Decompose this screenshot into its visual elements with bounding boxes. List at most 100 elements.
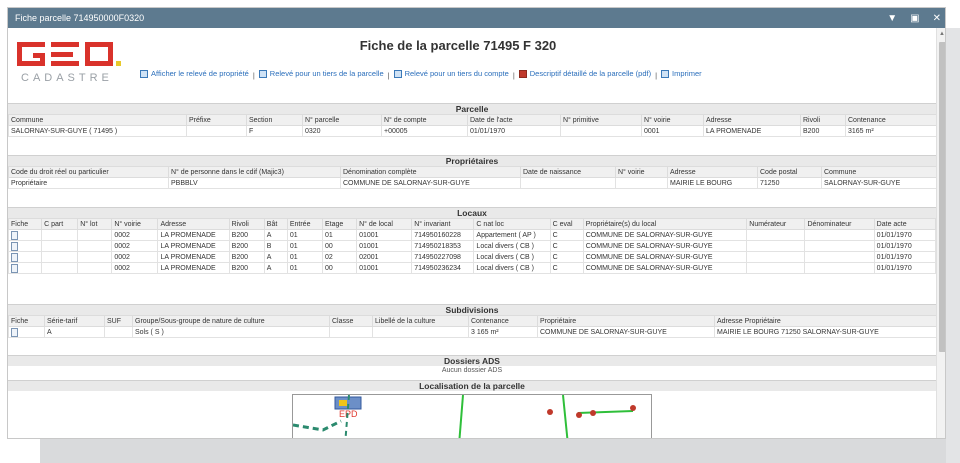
section-ads: Dossiers ADS Aucun dossier ADS (8, 355, 936, 376)
table-cell (77, 262, 113, 274)
table-cell: 0002 (111, 251, 159, 263)
column-header: Groupe/Sous-groupe de nature de culture (132, 315, 330, 327)
table-cell: Appartement ( AP ) (473, 229, 551, 241)
table-cell: LA PROMENADE (157, 251, 230, 263)
table-cell: COMMUNE DE SALORNAY-SUR-GUYE (537, 326, 715, 338)
table-cell: B200 (228, 262, 265, 274)
table-cell: LA PROMENADE (157, 262, 230, 274)
window-title: Fiche parcelle 714950000F0320 (15, 13, 145, 23)
column-header: N° invariant (411, 218, 475, 230)
link-descriptif-pdf[interactable]: Descriptif détaillé de la parcelle (pdf) (518, 69, 651, 78)
vertical-scrollbar[interactable]: ▲ (936, 28, 945, 438)
fiche-document-icon[interactable] (11, 230, 18, 240)
table-cell: 01 (286, 240, 323, 252)
column-header: N° parcelle (302, 114, 382, 126)
table-cell: A (263, 229, 288, 241)
link-releve-propriete[interactable]: Afficher le relevé de propriété (140, 69, 249, 78)
window-titlebar[interactable]: Fiche parcelle 714950000F0320 ▼ ▣ ✕ (8, 8, 945, 28)
table-cell (804, 229, 875, 241)
table-cell: 01 (286, 251, 323, 263)
link-releve-tiers-compte[interactable]: Relevé pour un tiers du compte (393, 69, 509, 78)
table-cell: B200 (228, 240, 265, 252)
table-row: 0002 LA PROMENADE B200 A 01 02 02001 7149502270… (8, 251, 936, 263)
table-cell: COMMUNE DE SALORNAY-SUR-GUYE (582, 251, 748, 263)
column-header: Classe (329, 315, 373, 327)
close-icon[interactable]: ✕ (933, 13, 941, 24)
column-header: N° voirie (615, 166, 668, 178)
fiche-document-icon[interactable] (11, 327, 18, 337)
collapse-icon[interactable]: ▼ (887, 13, 897, 24)
column-header: Adresse (703, 114, 801, 126)
proprietaires-table: Code du droit réel ou particulier N° de p… (8, 166, 936, 189)
table-cell: B200 (228, 251, 265, 263)
column-header: Série-tarif (44, 315, 105, 327)
table-cell: Local divers ( CB ) (473, 251, 551, 263)
column-header: Propriétaire (537, 315, 715, 327)
table-cell (77, 251, 113, 263)
column-header: Contenance (468, 315, 538, 327)
table-header-row: Code du droit réel ou particulier N° de p… (8, 166, 936, 178)
section-title: Localisation de la parcelle (8, 380, 936, 391)
table-header-row: Fiche C part N° lot N° voirie Adresse Rivoli B… (8, 218, 936, 230)
table-cell: C (549, 240, 584, 252)
scrollbar-thumb[interactable] (939, 42, 945, 352)
table-cell: 714950236234 (411, 262, 475, 274)
table-cell: C (549, 262, 584, 274)
map-label: EPD (339, 409, 358, 419)
table-cell: COMMUNE DE SALORNAY-SUR-GUYE (340, 177, 521, 189)
table-cell (804, 262, 875, 274)
column-header: Dénomination complète (340, 166, 521, 178)
table-cell: Local divers ( CB ) (473, 240, 551, 252)
maximize-icon[interactable]: ▣ (910, 13, 919, 24)
table-cell (104, 326, 133, 338)
parcelle-table: Commune Préfixe Section N° parcelle N° de co… (8, 114, 936, 137)
column-header: N° primitive (560, 114, 642, 126)
column-header: Fiche (8, 218, 43, 230)
table-row: 0002 LA PROMENADE B200 A 01 01 01001 7149501602… (8, 229, 936, 241)
column-header: Commune (821, 166, 936, 178)
table-header-row: Commune Préfixe Section N° parcelle N° de co… (8, 114, 936, 126)
table-cell (8, 262, 43, 274)
column-header: Date de naissance (520, 166, 616, 178)
table-cell (746, 251, 806, 263)
link-imprimer[interactable]: Imprimer (661, 69, 702, 78)
section-title: Propriétaires (8, 155, 936, 166)
table-cell (41, 262, 79, 274)
column-header: Rivoli (800, 114, 846, 126)
table-cell (41, 229, 79, 241)
table-cell (372, 326, 469, 338)
column-header: N° de personne dans le cdif (Majic3) (168, 166, 341, 178)
table-cell: MAIRIE LE BOURG 71250 SALORNAY-SUR-GUYE (714, 326, 936, 338)
table-cell: 0320 (302, 125, 382, 137)
parcel-location-map[interactable]: EPD (292, 394, 652, 438)
table-cell (560, 125, 642, 137)
table-cell: 00 (321, 240, 358, 252)
table-row: 0002 LA PROMENADE B200 A 01 00 01001 7149502362… (8, 262, 936, 274)
table-cell: 01/01/1970 (873, 262, 936, 274)
section-locaux: Locaux Fiche C part N° lot N° voirie Adresse… (8, 207, 936, 274)
column-header: N° voirie (641, 114, 704, 126)
column-header: Date acte (873, 218, 936, 230)
print-icon (661, 69, 670, 78)
table-cell (8, 251, 43, 263)
link-releve-tiers-parcelle[interactable]: Relevé pour un tiers de la parcelle (258, 69, 384, 78)
table-cell: A (44, 326, 105, 338)
table-cell: 01 (321, 229, 358, 241)
column-header: Commune (8, 114, 187, 126)
column-header: C part (41, 218, 79, 230)
section-title: Dossiers ADS (8, 355, 936, 366)
fiche-document-icon[interactable] (11, 252, 18, 262)
page-title: Fiche de la parcelle 71495 F 320 (359, 38, 557, 53)
column-header: Dénominateur (804, 218, 875, 230)
table-row: 0002 LA PROMENADE B200 B 01 00 01001 7149502183… (8, 240, 936, 252)
table-cell: 714950160228 (411, 229, 475, 241)
section-title: Subdivisions (8, 304, 936, 315)
fiche-document-icon[interactable] (11, 263, 18, 273)
scroll-up-icon[interactable]: ▲ (939, 31, 945, 37)
column-header: Numérateur (746, 218, 806, 230)
column-header: N° de compte (381, 114, 468, 126)
table-cell (186, 125, 247, 137)
column-header: Adresse (157, 218, 230, 230)
column-header: Code du droit réel ou particulier (8, 166, 169, 178)
fiche-document-icon[interactable] (11, 241, 18, 251)
